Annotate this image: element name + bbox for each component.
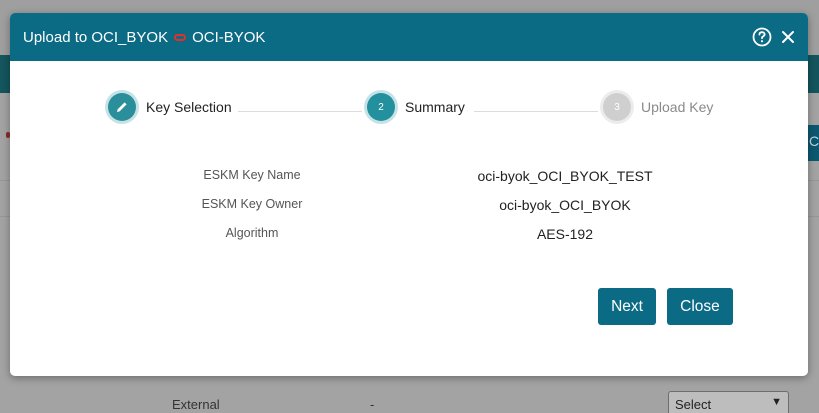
summary-label: ESKM Key Owner bbox=[201, 197, 303, 211]
background-row-label: External bbox=[172, 397, 220, 412]
step-label: Key Selection bbox=[146, 99, 232, 115]
dialog-title-text: Upload to OCI_BYOK bbox=[23, 28, 169, 46]
help-icon[interactable] bbox=[752, 27, 772, 47]
step-circle: 2 bbox=[367, 93, 395, 121]
stepper-connector bbox=[238, 111, 362, 112]
upload-dialog: Upload to OCI_BYOK OCI-BYOK Key Selectio… bbox=[10, 13, 808, 376]
step-label: Summary bbox=[405, 99, 465, 115]
close-button[interactable]: Close bbox=[667, 288, 733, 325]
dialog-title-target: OCI-BYOK bbox=[192, 28, 266, 46]
background-row-value: - bbox=[370, 397, 375, 412]
stepper-connector bbox=[474, 111, 598, 112]
next-button[interactable]: Next bbox=[598, 288, 656, 325]
step-upload-key[interactable]: 3 Upload Key bbox=[603, 93, 713, 121]
summary-label: ESKM Key Name bbox=[203, 168, 301, 182]
close-icon[interactable] bbox=[780, 29, 796, 45]
wizard-stepper: Key Selection 2 Summary 3 Upload Key bbox=[10, 93, 808, 133]
summary-value: oci-byok_OCI_BYOK_TEST bbox=[477, 168, 653, 184]
step-key-selection[interactable]: Key Selection bbox=[108, 93, 232, 121]
summary-value: oci-byok_OCI_BYOK bbox=[499, 197, 631, 213]
step-label: Upload Key bbox=[641, 99, 714, 115]
background-select-value: Select bbox=[675, 397, 712, 412]
summary-table: ESKM Key Name oci-byok_OCI_BYOK_TEST ESK… bbox=[10, 168, 808, 255]
summary-row: Algorithm AES-192 bbox=[10, 226, 808, 255]
step-circle bbox=[108, 93, 136, 121]
pencil-icon bbox=[117, 102, 127, 112]
chevron-down-icon: ▼ bbox=[771, 396, 782, 408]
background-tab-label: C bbox=[809, 133, 819, 149]
dialog-header: Upload to OCI_BYOK OCI-BYOK bbox=[10, 13, 808, 61]
summary-value: AES-192 bbox=[536, 226, 594, 242]
step-summary[interactable]: 2 Summary bbox=[367, 93, 465, 121]
step-circle: 3 bbox=[603, 93, 631, 121]
dialog-header-actions bbox=[752, 27, 796, 47]
oracle-logo-icon bbox=[174, 33, 187, 41]
summary-row: ESKM Key Name oci-byok_OCI_BYOK_TEST bbox=[10, 168, 808, 197]
dialog-title: Upload to OCI_BYOK OCI-BYOK bbox=[23, 29, 752, 46]
summary-row: ESKM Key Owner oci-byok_OCI_BYOK bbox=[10, 197, 808, 226]
background-select: Select ▼ bbox=[668, 391, 789, 413]
summary-label: Algorithm bbox=[225, 226, 279, 240]
